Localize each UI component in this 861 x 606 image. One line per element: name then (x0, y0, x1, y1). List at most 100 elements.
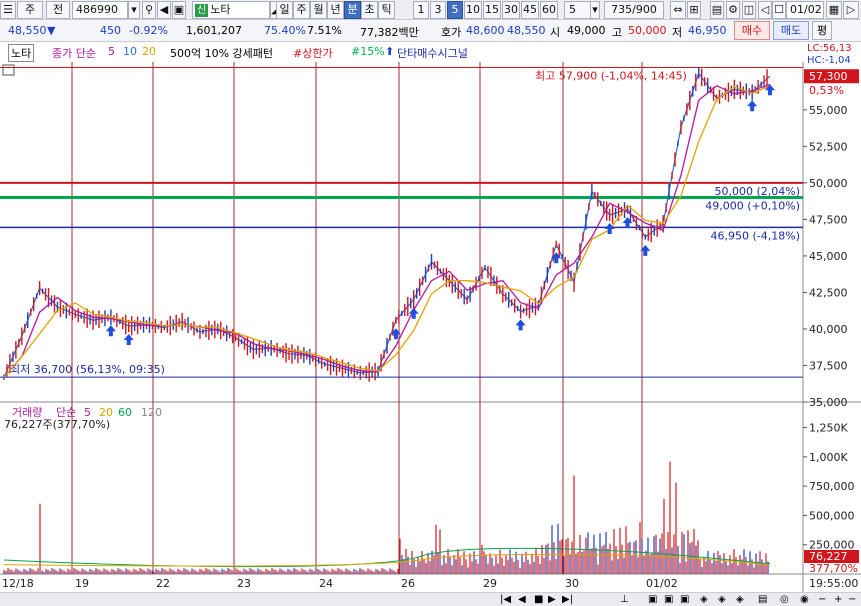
bid-label: 호가 (441, 26, 462, 39)
sell-button[interactable]: 매도 (773, 21, 809, 40)
down-arrow-icon: ▼ (47, 24, 56, 37)
scroll-next-icon[interactable]: ▶ (548, 593, 556, 606)
stock-code-input[interactable]: 486990 (72, 1, 128, 19)
open-label: 시 (550, 26, 561, 39)
period-tab[interactable]: 초 (361, 1, 378, 19)
low-price: 46,950 (688, 24, 727, 37)
zoom-in-icon[interactable]: + (834, 593, 842, 606)
legend-stock-name[interactable]: 노타 (8, 44, 35, 62)
interval-tab[interactable]: 15 (483, 1, 501, 19)
search-icon[interactable]: ⚲ (142, 1, 156, 19)
time-label: 19:55:00 (809, 577, 858, 590)
scroll-first-icon[interactable]: |◀ (500, 593, 511, 606)
volume-ma-period: 60 (118, 406, 132, 419)
current-pct-label: 0,53% (809, 84, 844, 97)
checkbox-icon[interactable]: ☐ (772, 1, 786, 19)
period-tab[interactable]: 주 (293, 1, 310, 19)
turnover-ratio: 7.51% (307, 24, 342, 37)
trade-amount: 77,382백만 (360, 26, 419, 39)
price-tick-label: 35,000 (809, 396, 848, 409)
legend-signal[interactable]: 단타매수시그널 (397, 45, 468, 61)
legend-ma5[interactable]: 5 (108, 45, 115, 58)
legend-upper-limit[interactable]: #상한가 (293, 45, 333, 61)
high-price: 50,000 (628, 24, 667, 37)
legend-pct15[interactable]: #15% (351, 45, 385, 58)
legend-pattern[interactable]: 500억 10% 강세패턴 (170, 45, 273, 61)
tool-icon-4[interactable]: ◈ (700, 593, 708, 606)
current-price-label: 57,300 (809, 70, 848, 83)
period-main-select[interactable]: 주 (17, 1, 43, 19)
tool-icon-1[interactable]: ▣ (648, 593, 657, 606)
annotation-49000: 49,000 (+0,10%) (705, 199, 800, 212)
settings-icon[interactable]: ▣ (172, 1, 186, 19)
interval-dropdown-icon[interactable]: ▾ (590, 1, 600, 19)
zoom-slider-icon[interactable]: ⊥ (620, 593, 629, 606)
date-label: 23 (237, 577, 251, 590)
price-tick-label: 55,000 (809, 104, 848, 117)
code-dropdown-icon[interactable]: ▾ (128, 1, 140, 19)
buy-button[interactable]: 매수 (734, 21, 770, 40)
tool-icon-3[interactable]: ▣ (680, 593, 689, 606)
stock-name-field[interactable]: 신 노타 (192, 1, 270, 19)
scroll-stop-icon[interactable]: ■ (534, 593, 543, 606)
date-prev-icon[interactable]: ◁ (758, 1, 772, 19)
grid-icon[interactable]: ⊞ (687, 1, 701, 19)
bid-price: 48,600 (466, 24, 505, 37)
calendar-icon[interactable]: ▦ (826, 1, 842, 19)
date-label: 12/18 (2, 577, 34, 590)
eval-button[interactable]: 평 (812, 21, 832, 40)
legend-ma-label[interactable]: 종가 단순 (52, 45, 96, 61)
tool-icon-6[interactable]: ◈ (736, 593, 744, 606)
gear-icon[interactable]: ⚙ (726, 1, 740, 19)
scroll-prev-icon[interactable]: ◀ (518, 593, 526, 606)
ask-price: 48,550 (507, 24, 546, 37)
interval-tab[interactable]: 45 (521, 1, 539, 19)
price-tick-label: 42,500 (809, 286, 848, 299)
interval-tab[interactable]: 60 (540, 1, 558, 19)
price-tick-label: 50,000 (809, 177, 848, 190)
price-tick-label: 47,500 (809, 213, 848, 226)
current-price: 48,550 (8, 24, 47, 37)
sound-icon[interactable]: ◀ (157, 1, 171, 19)
price-tick-label: 52,500 (809, 140, 848, 153)
price-change-pct: -0.92% (129, 24, 168, 37)
current-volume-pct: 377,70% (809, 562, 858, 575)
legend-lc: LC:56,13 (807, 43, 852, 54)
period-tab[interactable]: 월 (310, 1, 327, 19)
price-chart[interactable]: 55,000 52,500 50,000 47,500 45,000 42,500 40,0… (0, 42, 861, 592)
volume-tick-label: 1,000K (809, 451, 848, 464)
interval-tab[interactable]: 30 (502, 1, 520, 19)
legend-ma20[interactable]: 20 (142, 45, 156, 58)
scroll-last-icon[interactable]: ▶| (562, 593, 573, 606)
date-label: 24 (319, 577, 333, 590)
legend-ma10[interactable]: 10 (123, 45, 137, 58)
interval-tab[interactable]: 5 (447, 1, 463, 19)
volume-ratio: 75.40% (264, 24, 306, 37)
menu-icon[interactable]: ☰ (0, 1, 16, 19)
chart-background (0, 62, 861, 574)
low-annotation: 최저 36,700 (56,13%, 09:35) (10, 363, 165, 376)
date-next-icon[interactable]: ▷ (843, 1, 859, 19)
tool-icon-8[interactable]: ◎ (780, 593, 789, 606)
tool-icon-2[interactable]: ▣ (664, 593, 673, 606)
interval-tab[interactable]: 3 (430, 1, 446, 19)
zoom-out-icon[interactable]: − (818, 593, 826, 606)
tool-icon-5[interactable]: ◈ (718, 593, 726, 606)
period-tab[interactable]: 분 (344, 1, 361, 19)
period-tab[interactable]: 일 (276, 1, 293, 19)
zoom-icon[interactable]: ⇔ (670, 1, 686, 19)
interval-tab[interactable]: 10 (464, 1, 482, 19)
date-field[interactable]: 01/02 (786, 1, 824, 19)
date-label: 30 (565, 577, 579, 590)
interval-tab[interactable]: 1 (413, 1, 429, 19)
period-tab[interactable]: 년 (327, 1, 344, 19)
scroll-end-icon[interactable]: − (848, 593, 856, 606)
save-icon[interactable]: ▤ (710, 1, 724, 19)
compare-button[interactable]: 전 (46, 1, 70, 19)
legend-hc: HC:-1,04 (807, 55, 851, 66)
period-tab[interactable]: 틱 (378, 1, 395, 19)
split-icon[interactable]: ◫ (742, 1, 756, 19)
tool-icon-9[interactable]: ◉ (800, 593, 809, 606)
high-label: 고 (612, 26, 623, 39)
tool-icon-7[interactable]: ▤ (758, 593, 767, 606)
